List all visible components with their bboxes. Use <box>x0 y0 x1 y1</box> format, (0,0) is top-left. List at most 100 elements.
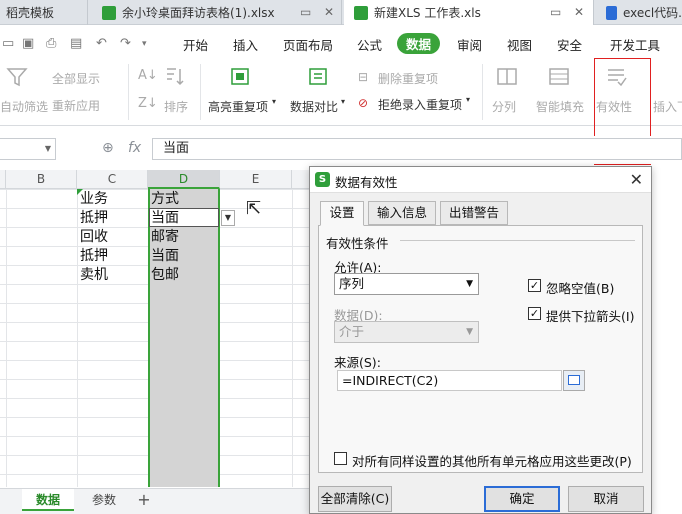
cell-d4[interactable]: 当面 <box>151 247 179 265</box>
formula-input[interactable]: 当面 <box>152 138 682 160</box>
close-icon[interactable]: ✕ <box>630 170 643 189</box>
menu-page-layout[interactable]: 页面布局 <box>283 35 333 54</box>
tab-label: 新建XLS 工作表.xls <box>374 6 481 20</box>
reject-icon: ⊘ <box>358 96 369 110</box>
reject-duplicate-button[interactable]: 拒绝录入重复项 <box>378 96 462 113</box>
formula-bar: ▼ ⊕ fx 当面 <box>0 136 682 164</box>
chevron-down-icon[interactable]: ▾ <box>341 97 345 106</box>
cell-d3[interactable]: 邮寄 <box>151 228 179 246</box>
save-icon[interactable]: ▣ <box>22 36 34 51</box>
column-header-b[interactable]: B <box>6 170 77 189</box>
cell-d5[interactable]: 包邮 <box>151 266 179 284</box>
source-input[interactable]: =INDIRECT(C2) <box>337 370 562 391</box>
word-doc-icon <box>606 5 617 20</box>
undo-icon[interactable]: ↶ <box>96 36 107 51</box>
monitor-icon[interactable]: ▭ <box>550 5 561 19</box>
tab-new-xls[interactable]: 新建XLS 工作表.xls ▭ ✕ <box>344 0 594 25</box>
allow-select[interactable]: 序列 ▼ <box>334 273 479 295</box>
tab-visit-table[interactable]: 余小玲桌面拜访表格(1).xlsx ▭ ✕ <box>96 0 342 25</box>
column-header-c[interactable]: C <box>77 170 148 189</box>
divider <box>200 64 201 120</box>
ribbon-menu: ▭ ▣ ⎙ ▤ ↶ ↷ ▾ 开始 插入 页面布局 公式 数据 审阅 视图 安全 … <box>0 26 682 60</box>
close-icon[interactable]: ✕ <box>574 5 584 19</box>
delete-duplicate-button[interactable]: 删除重复项 <box>378 70 438 87</box>
fx-icon[interactable]: fx <box>128 140 141 156</box>
sheet-tab-data[interactable]: 数据 <box>22 489 74 511</box>
menu-insert[interactable]: 插入 <box>233 35 258 54</box>
print-icon[interactable]: ⎙ <box>46 36 56 51</box>
ignore-blank-checkbox[interactable]: ✓ <box>528 279 541 292</box>
chevron-down-icon[interactable]: ▼ <box>466 322 473 342</box>
sort-button[interactable]: 排序 <box>164 98 188 115</box>
menu-view[interactable]: 视图 <box>507 35 532 54</box>
column-header-e[interactable]: E <box>220 170 292 189</box>
open-icon[interactable]: ▭ <box>2 36 14 51</box>
data-compare-button[interactable]: 数据对比 <box>290 98 338 115</box>
redo-icon[interactable]: ↷ <box>120 36 131 51</box>
menu-security[interactable]: 安全 <box>557 35 582 54</box>
chevron-down-icon[interactable]: ▾ <box>142 39 147 49</box>
chevron-down-icon[interactable]: ▼ <box>466 274 473 294</box>
range-select-button[interactable] <box>563 370 585 391</box>
show-all-button[interactable]: 全部显示 <box>52 70 100 87</box>
split-column-button[interactable]: 分列 <box>492 98 516 115</box>
column-header-f[interactable] <box>292 170 310 189</box>
chevron-down-icon[interactable]: ▾ <box>272 97 276 106</box>
cancel-button[interactable]: 取消 <box>568 486 644 512</box>
cell-c2[interactable]: 抵押 <box>80 209 108 227</box>
tab-execl-code[interactable]: execl代码. <box>598 0 682 25</box>
tab-input-message[interactable]: 输入信息 <box>368 201 436 225</box>
data-select[interactable]: 介于 ▼ <box>334 321 479 343</box>
menu-home[interactable]: 开始 <box>183 35 208 54</box>
ribbon-tools: 自动筛选 全部显示 重新应用 A↓ Z↓ 排序 高亮重复项 ▾ 数据对比 ▾ ⊟… <box>0 60 682 126</box>
range-select-icon <box>568 375 580 385</box>
spreadsheet-icon <box>354 5 368 20</box>
add-sheet-button[interactable]: + <box>134 489 154 511</box>
highlight-duplicate-icon <box>231 68 249 85</box>
menu-formula[interactable]: 公式 <box>357 35 382 54</box>
data-compare-icon <box>309 68 327 85</box>
insert-dropdown-button[interactable]: 插入下 <box>653 98 682 115</box>
menu-developer[interactable]: 开发工具 <box>610 35 660 54</box>
clear-all-button[interactable]: 全部清除(C) <box>318 486 392 512</box>
validation-criteria-title: 有效性条件 <box>326 233 393 252</box>
tab-template[interactable]: 稻壳模板 <box>0 0 88 25</box>
column-header-d[interactable]: D <box>148 170 220 189</box>
tab-settings[interactable]: 设置 <box>320 201 364 226</box>
close-icon[interactable]: ✕ <box>324 5 334 19</box>
cell-c3[interactable]: 回收 <box>80 228 108 246</box>
split-column-icon <box>497 68 517 85</box>
tab-error-alert[interactable]: 出错警告 <box>440 201 508 225</box>
dialog-titlebar[interactable]: S 数据有效性 ✕ <box>310 167 651 193</box>
monitor-icon[interactable]: ▭ <box>300 5 311 19</box>
delete-duplicate-icon: ⊟ <box>358 70 369 84</box>
ok-button[interactable]: 确定 <box>484 486 560 512</box>
smart-fill-button[interactable]: 智能填充 <box>536 98 584 115</box>
chevron-down-icon[interactable]: ▼ <box>45 144 51 153</box>
sort-asc-icon[interactable]: A↓ <box>138 68 158 83</box>
cell-c1[interactable]: 业务 <box>80 190 108 208</box>
apply-all-label: 对所有同样设置的其他所有单元格应用这些更改(P) <box>352 454 632 469</box>
cell-dropdown-button[interactable]: ▼ <box>221 210 235 226</box>
zoom-icon[interactable]: ⊕ <box>102 140 114 156</box>
apply-all-checkbox[interactable] <box>334 452 347 465</box>
filter-icon <box>6 68 28 87</box>
menu-data[interactable]: 数据 <box>397 33 440 54</box>
cell-c4[interactable]: 抵押 <box>80 247 108 265</box>
menu-review[interactable]: 审阅 <box>457 35 482 54</box>
cell-d1[interactable]: 方式 <box>151 190 179 208</box>
dropdown-arrow-checkbox[interactable]: ✓ <box>528 307 541 320</box>
mouse-cursor-icon: ⇱ <box>246 198 262 219</box>
reapply-button[interactable]: 重新应用 <box>52 97 100 114</box>
name-box[interactable]: ▼ <box>0 138 56 160</box>
cell-c5[interactable]: 卖机 <box>80 266 108 284</box>
sort-desc-icon[interactable]: Z↓ <box>138 96 158 111</box>
divider <box>482 64 483 120</box>
cell-d2[interactable]: 当面 <box>151 209 179 227</box>
tab-label: execl代码. <box>622 6 682 20</box>
auto-filter-button[interactable]: 自动筛选 <box>0 98 48 115</box>
chevron-down-icon[interactable]: ▾ <box>466 95 470 104</box>
highlight-duplicate-button[interactable]: 高亮重复项 <box>208 98 268 115</box>
sheet-tab-params[interactable]: 参数 <box>78 489 130 511</box>
print-preview-icon[interactable]: ▤ <box>70 36 82 51</box>
